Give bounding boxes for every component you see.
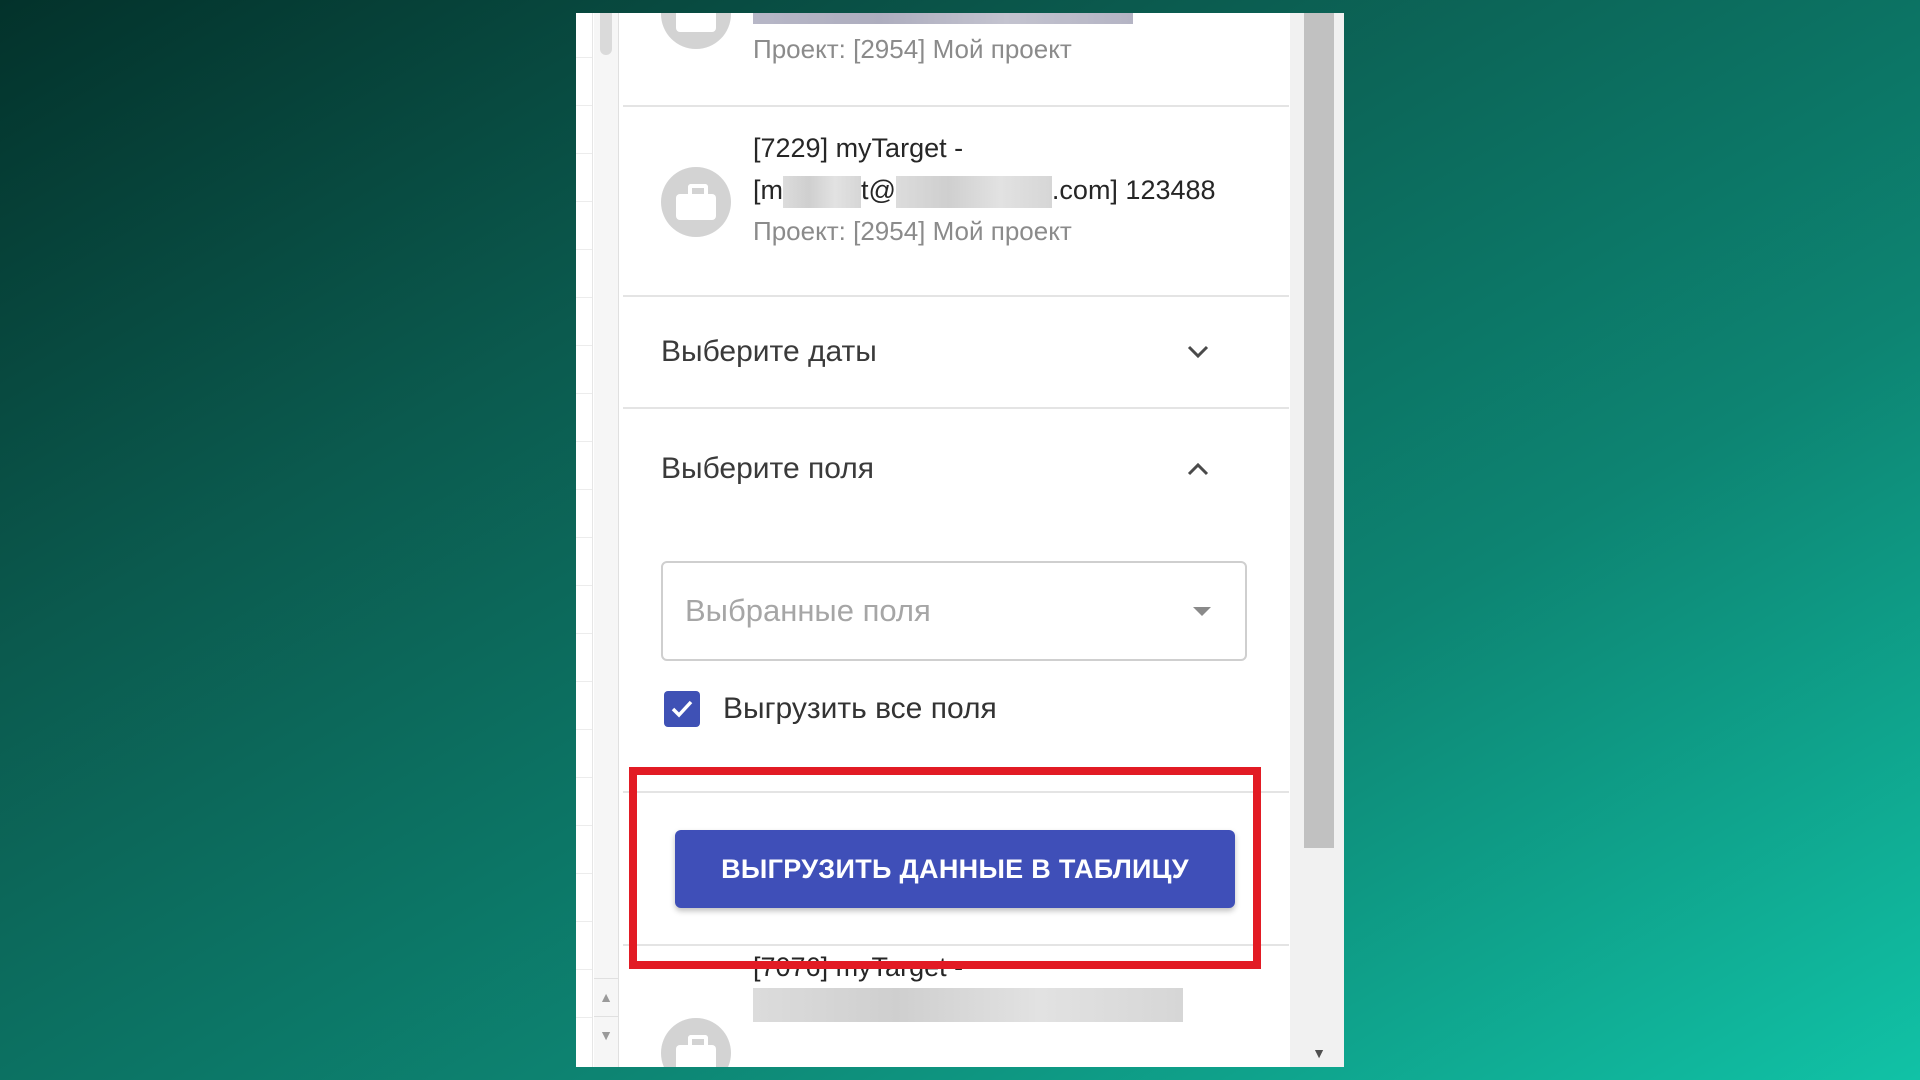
dates-section-label: Выберите даты: [661, 335, 877, 368]
export-all-label[interactable]: Выгрузить все поля: [723, 687, 997, 731]
fields-select[interactable]: Выбранные поля: [661, 561, 1247, 661]
account-item[interactable]: [7229] myTarget - [m t@ .com] 123488 Проек…: [623, 105, 1289, 297]
redacted-account-title: [753, 13, 1133, 29]
account-avatar: [661, 1018, 731, 1067]
checkmark-icon: [671, 700, 693, 718]
fields-section-label: Выберите поля: [661, 452, 874, 485]
briefcase-icon: [676, 1035, 716, 1067]
account-project: Проект: [2954] Мой проект: [753, 34, 1072, 64]
sidebar-scrollbar[interactable]: ▼: [1290, 13, 1344, 1067]
sidebar-scroll-thumb[interactable]: [1304, 13, 1334, 848]
briefcase-icon: [676, 13, 716, 32]
chevron-down-icon: [1187, 345, 1209, 359]
redacted-account-title: [753, 988, 1183, 1022]
spreadsheet-scrollbar[interactable]: ▲ ▼: [594, 13, 619, 1067]
fields-select-placeholder: Выбранные поля: [685, 593, 931, 628]
account-project: Проект: [2954] Мой проект: [753, 216, 1072, 246]
chevron-up-icon: [1187, 462, 1209, 476]
account-avatar: [661, 13, 731, 49]
account-title-line2: [m t@ .com] 123488: [753, 169, 1216, 211]
fields-section-header[interactable]: Выберите поля: [623, 409, 1289, 529]
scroll-down-arrow-icon[interactable]: ▼: [594, 1016, 618, 1053]
scroll-down-arrow-icon[interactable]: ▼: [1304, 1043, 1334, 1063]
account-title-line1: [7229] myTarget -: [753, 133, 964, 163]
export-all-checkbox[interactable]: [664, 691, 700, 727]
spreadsheet-scroll-thumb[interactable]: [600, 13, 612, 55]
briefcase-icon: [676, 184, 716, 220]
dropdown-caret-icon: [1193, 607, 1211, 616]
account-avatar: [661, 167, 731, 237]
scroll-up-arrow-icon[interactable]: ▲: [594, 978, 618, 1015]
highlight-frame: [629, 767, 1261, 969]
spreadsheet-gutter: [576, 13, 593, 1067]
account-item[interactable]: Проект: [2954] Мой проект: [623, 13, 1289, 107]
dates-section-header[interactable]: Выберите даты: [623, 297, 1289, 409]
